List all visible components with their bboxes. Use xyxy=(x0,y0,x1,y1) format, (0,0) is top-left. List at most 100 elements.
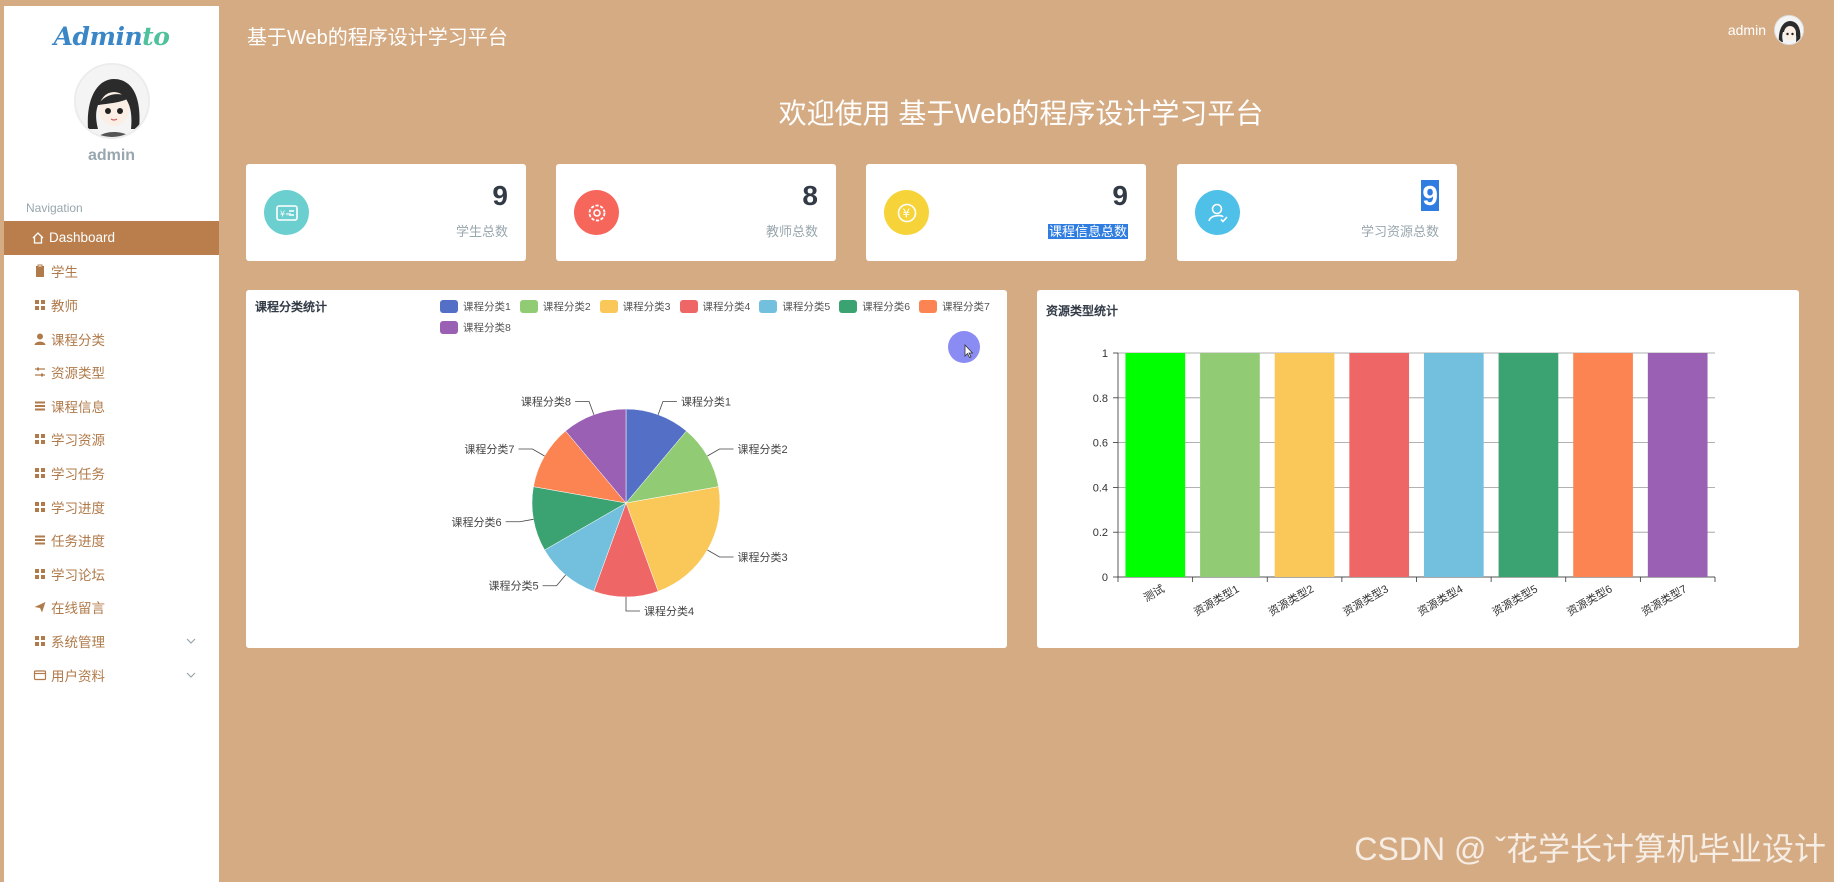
bar[interactable] xyxy=(1423,353,1484,577)
nav-item-label: 课程信息 xyxy=(51,399,105,415)
nav-item-user-profile[interactable]: 用户资料 xyxy=(4,658,219,692)
stat-label: 学生总数 xyxy=(455,224,508,239)
home-icon xyxy=(31,231,45,245)
list-icon xyxy=(33,533,47,547)
bar[interactable] xyxy=(1274,353,1335,577)
pie-chart: 课程分类1 课程分类2 课程分类3 课程分类4 课程分类5 课程分类6 课程分类7 课程分类8 xyxy=(452,395,788,618)
bar[interactable] xyxy=(1573,353,1633,577)
header-username: admin xyxy=(1727,22,1766,38)
chevron-down-icon[interactable] xyxy=(185,635,197,647)
pie-chart-panel: 课程分类统计 课程分类1 课程分类2 课程分类3 课程分类4 课程分类5 课程分类6 课程分… xyxy=(246,290,1007,648)
nav-item-students[interactable]: 学生 xyxy=(4,255,219,289)
y-tick-label: 1 xyxy=(1102,348,1108,360)
nav-item-forum[interactable]: 学习论坛 xyxy=(4,557,219,591)
x-tick-label: 测试 xyxy=(1141,582,1167,604)
nav-item-label: 课程分类 xyxy=(51,332,105,348)
sidebar: Adminto admin Navigation Dashboard 学生 教师 xyxy=(4,6,219,882)
send-icon xyxy=(33,600,47,614)
nav-item-label: 在线留言 xyxy=(51,601,105,617)
nav-item-label: 系统管理 xyxy=(51,634,105,650)
bar[interactable] xyxy=(1125,353,1186,577)
yen-coin-icon: ¥ xyxy=(884,190,929,235)
stat-card-course-info[interactable]: ¥ 9 课程信息总数 xyxy=(866,164,1146,261)
pie-slice-label: 课程分类4 xyxy=(644,604,694,618)
nav-item-course-category[interactable]: 课程分类 xyxy=(4,322,219,356)
grid-icon xyxy=(33,432,47,446)
x-tick-label: 资源类型1 xyxy=(1191,581,1241,618)
id-card-icon: ¥= xyxy=(264,190,309,235)
header-title: 基于Web的程序设计学习平台 xyxy=(247,27,508,49)
nav-item-label: 任务进度 xyxy=(51,534,105,550)
pie-label-line xyxy=(625,597,640,612)
pie-label-line xyxy=(657,401,677,415)
bar[interactable] xyxy=(1349,353,1410,577)
pie-label-line xyxy=(542,574,566,587)
pie-slice-label: 课程分类2 xyxy=(738,442,788,456)
nav-item-label: 学生 xyxy=(51,265,78,281)
y-tick-label: 0 xyxy=(1102,572,1108,584)
stat-label: 教师总数 xyxy=(765,224,818,239)
pie-slice-label: 课程分类8 xyxy=(521,395,571,409)
nav-item-learning-resources[interactable]: 学习资源 xyxy=(4,423,219,457)
bar-chart-panel: 资源类型统计 0 0.2 0.4 0.6 0.8 1 测试 资源类型1 资源类型2 资源类型3 资源… xyxy=(1037,290,1799,648)
sidebar-avatar[interactable] xyxy=(73,63,150,139)
pie-slice-label: 课程分类1 xyxy=(681,395,731,409)
y-tick-label: 0.6 xyxy=(1093,438,1108,450)
stat-label: 学习资源总数 xyxy=(1360,224,1439,239)
grid-icon xyxy=(33,298,47,312)
nav-item-learning-tasks[interactable]: 学习任务 xyxy=(4,456,219,490)
user-check-icon xyxy=(1195,190,1240,235)
nav-item-label: 学习资源 xyxy=(51,433,105,449)
grid-icon xyxy=(33,634,47,648)
pie-slice-label: 课程分类6 xyxy=(452,515,502,529)
nav-item-course-info[interactable]: 课程信息 xyxy=(4,389,219,423)
bar[interactable] xyxy=(1647,353,1708,577)
nav-menu: Dashboard 学生 教师 课程分类 资源类型 课程信息 学习资源 学习任务… xyxy=(4,221,219,691)
nav-item-system-management[interactable]: 系统管理 xyxy=(4,624,219,658)
cursor-highlight xyxy=(948,331,980,363)
x-tick-label: 资源类型6 xyxy=(1564,581,1614,618)
nav-item-learning-progress[interactable]: 学习进度 xyxy=(4,490,219,524)
bar[interactable] xyxy=(1200,353,1260,577)
pie-slice-label: 课程分类3 xyxy=(738,550,788,564)
nav-item-resource-type[interactable]: 资源类型 xyxy=(4,355,219,389)
pie-label-line xyxy=(505,518,534,523)
pie-slice-label: 课程分类5 xyxy=(488,579,538,593)
nav-item-label: Dashboard xyxy=(49,230,116,246)
nav-item-task-progress[interactable]: 任务进度 xyxy=(4,523,219,557)
nav-item-messages[interactable]: 在线留言 xyxy=(4,591,219,625)
gear-icon xyxy=(574,190,619,235)
header-user-menu[interactable]: admin xyxy=(1728,15,1804,45)
pie-label-line xyxy=(575,401,595,415)
header-avatar[interactable] xyxy=(1774,15,1804,45)
y-tick-label: 0.8 xyxy=(1093,393,1108,405)
x-tick-label: 资源类型7 xyxy=(1639,581,1689,618)
grid-icon xyxy=(33,466,47,480)
svg-text:¥: ¥ xyxy=(902,206,910,220)
stat-value: 8 xyxy=(802,180,818,211)
sidebar-username: admin xyxy=(87,147,136,164)
y-tick-label: 0.2 xyxy=(1093,527,1108,539)
nav-item-label: 学习进度 xyxy=(51,500,105,516)
nav-item-label: 用户资料 xyxy=(51,668,105,684)
clipboard-icon xyxy=(33,264,47,278)
chevron-down-icon[interactable] xyxy=(185,669,197,681)
app-logo[interactable]: Adminto xyxy=(4,22,219,51)
welcome-heading: 欢迎使用 基于Web的程序设计学习平台 xyxy=(778,98,1264,129)
nav-item-teachers[interactable]: 教师 xyxy=(4,288,219,322)
nav-section-title: Navigation xyxy=(26,201,83,215)
nav-item-dashboard[interactable]: Dashboard xyxy=(4,221,219,255)
list-icon xyxy=(33,399,47,413)
stat-card-teachers[interactable]: 8 教师总数 xyxy=(556,164,836,261)
watermark: CSDN @ ˇ花学长计算机毕业设计 xyxy=(1354,831,1826,867)
stat-card-learning-resources[interactable]: 9 学习资源总数 xyxy=(1177,164,1457,261)
grid-icon xyxy=(33,567,47,581)
stat-value: 9 xyxy=(1112,180,1128,211)
nav-item-label: 教师 xyxy=(51,298,78,314)
x-tick-label: 资源类型4 xyxy=(1415,581,1465,618)
pie-slice-label: 课程分类7 xyxy=(464,442,514,456)
bar[interactable] xyxy=(1498,353,1559,577)
stat-card-students[interactable]: ¥= 9 学生总数 xyxy=(246,164,526,261)
sliders-icon xyxy=(33,365,47,379)
nav-item-label: 学习论坛 xyxy=(51,567,105,583)
